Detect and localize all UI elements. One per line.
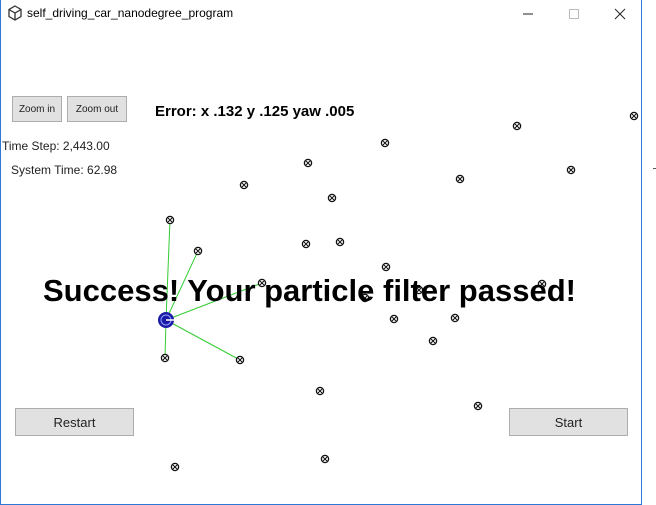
title-bar[interactable]: self_driving_car_nanodegree_program [1, 0, 641, 28]
landmark-marker-icon [320, 454, 330, 464]
landmark-marker-icon [428, 336, 438, 346]
landmark-marker-icon [566, 165, 576, 175]
landmark-marker-icon [315, 386, 325, 396]
landmark-marker-icon [450, 313, 460, 323]
observation-line [165, 319, 241, 361]
window-title: self_driving_car_nanodegree_program [27, 6, 234, 20]
landmark-marker-icon [455, 174, 465, 184]
minimize-icon [523, 13, 533, 15]
error-readout: Error: x .132 y .125 yaw .005 [155, 103, 355, 120]
landmark-marker-icon [380, 138, 390, 148]
time-step-readout: Time Step: 2,443.00 [2, 139, 110, 153]
close-button[interactable] [597, 0, 643, 28]
landmark-marker-icon [160, 353, 170, 363]
zoom-out-button[interactable]: Zoom out [67, 96, 127, 122]
landmark-marker-icon [301, 239, 311, 249]
landmark-marker-icon [193, 246, 203, 256]
landmark-marker-icon [327, 193, 337, 203]
landmark-marker-icon [629, 111, 639, 121]
landmark-marker-icon [381, 262, 391, 272]
maximize-button[interactable] [551, 0, 597, 28]
close-icon [614, 8, 626, 20]
landmark-marker-icon [389, 314, 399, 324]
minimize-button[interactable] [505, 0, 551, 28]
landmark-marker-icon [235, 355, 245, 365]
zoom-in-button[interactable]: Zoom in [12, 96, 62, 122]
landmark-marker-icon [303, 158, 313, 168]
landmark-marker-icon [335, 237, 345, 247]
start-button[interactable]: Start [509, 408, 628, 436]
system-time-readout: System Time: 62.98 [11, 163, 118, 177]
success-message: Success! Your particle filter passed! [43, 273, 576, 308]
landmark-marker-icon [165, 215, 175, 225]
maximize-icon [569, 9, 579, 19]
unity-logo-icon [7, 5, 23, 21]
landmark-marker-icon [239, 180, 249, 190]
landmark-marker-icon [512, 121, 522, 131]
landmark-marker-icon [170, 462, 180, 472]
landmark-marker-icon [473, 401, 483, 411]
restart-button[interactable]: Restart [15, 408, 134, 436]
vehicle-icon [158, 312, 174, 328]
simulator-window: self_driving_car_nanodegree_program Zoom… [0, 0, 656, 505]
